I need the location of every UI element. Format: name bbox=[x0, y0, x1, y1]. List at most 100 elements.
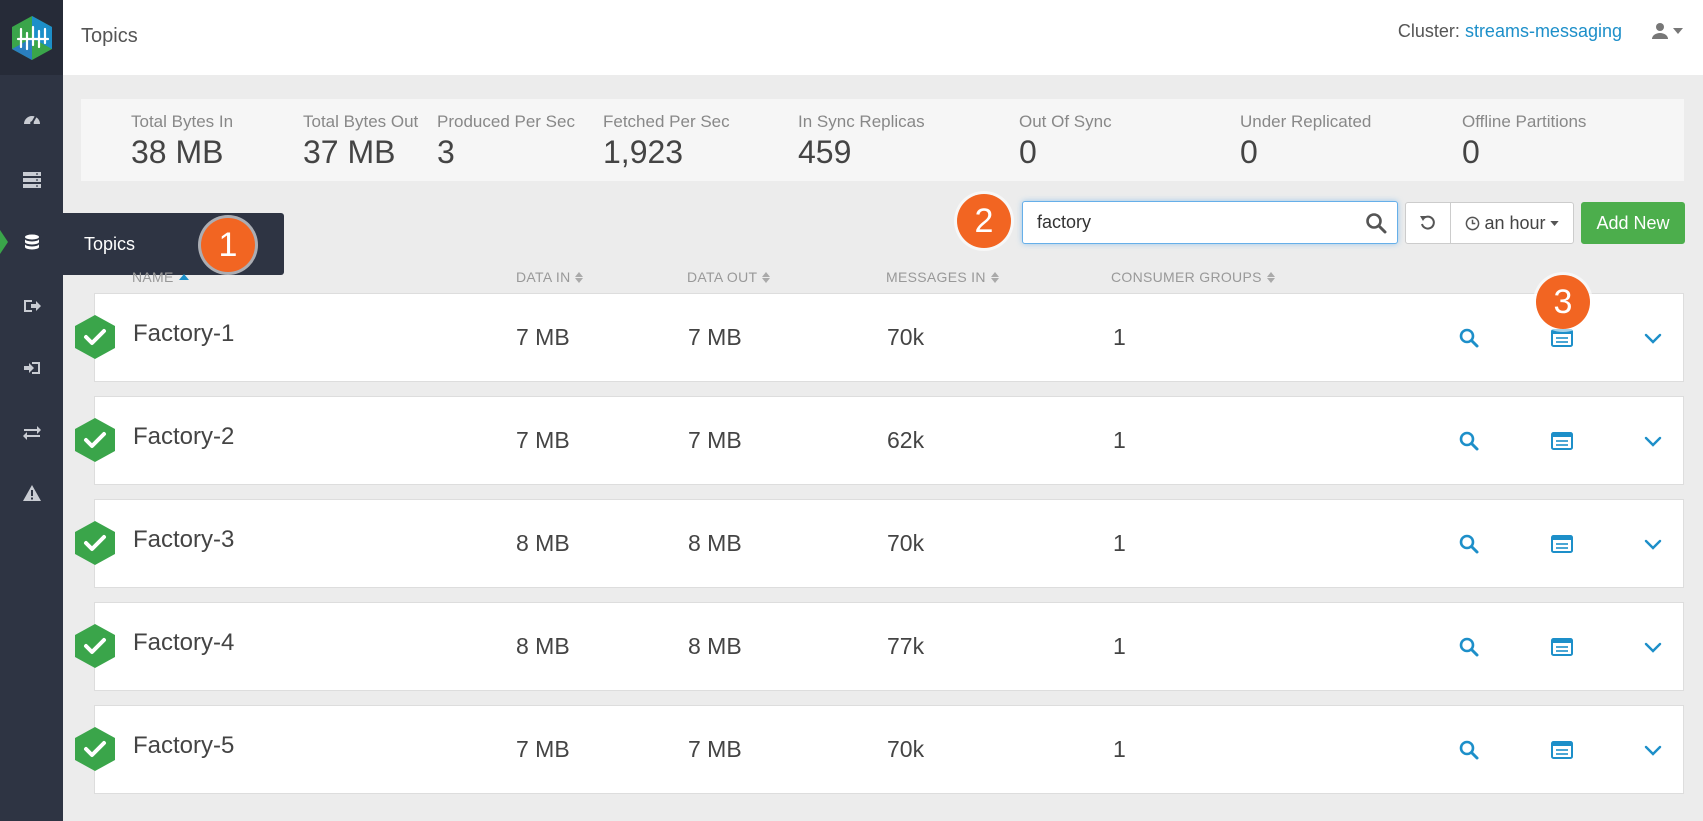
refresh-icon bbox=[1420, 215, 1435, 230]
table-row[interactable]: Factory-3 8 MB 8 MB 70k 1 bbox=[75, 499, 1684, 588]
stat-fetched-per-sec: Fetched Per Sec 1,923 bbox=[603, 112, 730, 171]
chevron-down-icon bbox=[1644, 744, 1662, 761]
search-icon bbox=[1458, 431, 1480, 456]
column-header-label: NAME bbox=[132, 269, 174, 285]
caret-down-icon bbox=[1673, 28, 1683, 34]
column-header-label: CONSUMER GROUPS bbox=[1111, 269, 1262, 285]
row-expand-button[interactable] bbox=[1644, 435, 1662, 453]
data-explorer-icon bbox=[1551, 535, 1573, 557]
stat-total-bytes-out: Total Bytes Out 37 MB bbox=[303, 112, 418, 171]
sort-asc-icon bbox=[178, 274, 189, 280]
consumer-groups-value: 1 bbox=[1113, 324, 1126, 350]
row-search-button[interactable] bbox=[1458, 430, 1480, 457]
top-header: Topics Cluster: streams-messaging bbox=[63, 0, 1703, 75]
search-box bbox=[1022, 201, 1398, 244]
add-new-button[interactable]: Add New bbox=[1581, 202, 1685, 244]
consumer-groups-value: 1 bbox=[1113, 633, 1126, 659]
row-search-button[interactable] bbox=[1458, 636, 1480, 663]
row-search-button[interactable] bbox=[1458, 533, 1480, 560]
sort-icon bbox=[575, 271, 584, 283]
topic-name[interactable]: Factory-1 bbox=[133, 320, 234, 348]
cluster-info: Cluster: streams-messaging bbox=[1398, 21, 1622, 42]
data-in-value: 8 MB bbox=[516, 633, 570, 659]
sort-icon bbox=[1266, 271, 1275, 283]
search-submit-button[interactable] bbox=[1365, 212, 1387, 239]
status-ok-icon bbox=[74, 726, 116, 772]
row-data-explorer-button[interactable] bbox=[1551, 535, 1573, 558]
column-header-data-out[interactable]: DATA OUT bbox=[687, 269, 771, 285]
row-search-button[interactable] bbox=[1458, 739, 1480, 766]
row-search-button[interactable] bbox=[1458, 327, 1480, 354]
sort-icon bbox=[990, 271, 999, 283]
table-row[interactable]: Factory-4 8 MB 8 MB 77k 1 bbox=[75, 602, 1684, 691]
data-explorer-icon bbox=[1551, 741, 1573, 763]
data-out-value: 8 MB bbox=[688, 530, 742, 556]
sidebar-item-replication[interactable] bbox=[0, 410, 63, 454]
data-in-value: 7 MB bbox=[516, 427, 570, 453]
data-explorer-icon bbox=[1551, 432, 1573, 454]
stat-label: Total Bytes In bbox=[131, 112, 234, 131]
row-data-explorer-button[interactable] bbox=[1551, 329, 1573, 352]
column-header-messages-in[interactable]: MESSAGES IN bbox=[886, 269, 999, 285]
chevron-down-icon bbox=[1644, 538, 1662, 555]
stat-label: Offline Partitions bbox=[1462, 112, 1587, 131]
brokers-icon bbox=[22, 172, 41, 188]
topic-name[interactable]: Factory-5 bbox=[133, 732, 234, 760]
table-row[interactable]: Factory-2 7 MB 7 MB 62k 1 bbox=[75, 396, 1684, 485]
cluster-name-link[interactable]: streams-messaging bbox=[1465, 21, 1622, 41]
row-data-explorer-button[interactable] bbox=[1551, 432, 1573, 455]
messages-in-value: 70k bbox=[887, 324, 925, 350]
annotation-badge-2: 2 bbox=[957, 194, 1011, 248]
data-explorer-icon bbox=[1551, 638, 1573, 660]
table-row[interactable]: Factory-1 7 MB 7 MB 70k 1 bbox=[75, 293, 1684, 382]
messages-in-value: 62k bbox=[887, 427, 925, 453]
sidebar-item-topics[interactable] bbox=[0, 221, 63, 265]
dashboard-icon bbox=[23, 115, 40, 125]
sidebar-item-brokers[interactable] bbox=[0, 158, 63, 202]
stat-offline-partitions: Offline Partitions 0 bbox=[1462, 112, 1586, 171]
stat-value: 459 bbox=[798, 134, 852, 170]
sidebar-item-dashboard[interactable] bbox=[0, 97, 63, 141]
stat-label: Under Replicated bbox=[1240, 112, 1372, 131]
user-menu[interactable] bbox=[1651, 22, 1683, 40]
sidebar-item-consumers[interactable] bbox=[0, 346, 63, 390]
column-header-label: DATA IN bbox=[516, 269, 571, 285]
stats-bar: Total Bytes In 38 MB Total Bytes Out 37 … bbox=[81, 99, 1684, 181]
data-out-value: 7 MB bbox=[688, 736, 742, 762]
annotation-badge-1: 1 bbox=[201, 218, 255, 272]
column-header-data-in[interactable]: DATA IN bbox=[516, 269, 584, 285]
row-expand-button[interactable] bbox=[1644, 744, 1662, 762]
topic-name[interactable]: Factory-2 bbox=[133, 423, 234, 451]
data-in-value: 8 MB bbox=[516, 530, 570, 556]
data-in-value: 7 MB bbox=[516, 324, 570, 350]
app-logo[interactable] bbox=[0, 0, 63, 75]
topics-icon bbox=[24, 234, 39, 250]
search-input[interactable] bbox=[1037, 202, 1357, 243]
sidebar-item-alerts[interactable] bbox=[0, 471, 63, 515]
consumer-groups-value: 1 bbox=[1113, 736, 1126, 762]
column-header-label: MESSAGES IN bbox=[886, 269, 986, 285]
refresh-button[interactable] bbox=[1405, 202, 1451, 244]
messages-in-value: 77k bbox=[887, 633, 925, 659]
table-row[interactable]: Factory-5 7 MB 7 MB 70k 1 bbox=[75, 705, 1684, 794]
row-expand-button[interactable] bbox=[1644, 332, 1662, 350]
time-range-dropdown[interactable]: an hour bbox=[1450, 202, 1574, 244]
messages-in-value: 70k bbox=[887, 530, 925, 556]
sidebar-item-producers[interactable] bbox=[0, 284, 63, 328]
active-nav-marker bbox=[0, 230, 8, 254]
user-icon bbox=[1652, 23, 1668, 39]
row-expand-button[interactable] bbox=[1644, 641, 1662, 659]
topic-name[interactable]: Factory-4 bbox=[133, 629, 234, 657]
consumer-groups-value: 1 bbox=[1113, 530, 1126, 556]
column-header-name[interactable]: NAME bbox=[132, 269, 189, 285]
stat-in-sync-replicas: In Sync Replicas 459 bbox=[798, 112, 925, 171]
replication-icon bbox=[22, 426, 41, 440]
messages-in-value: 70k bbox=[887, 736, 925, 762]
row-expand-button[interactable] bbox=[1644, 538, 1662, 556]
column-header-consumer-groups[interactable]: CONSUMER GROUPS bbox=[1111, 269, 1275, 285]
status-ok-icon bbox=[74, 520, 116, 566]
row-data-explorer-button[interactable] bbox=[1551, 741, 1573, 764]
topic-name[interactable]: Factory-3 bbox=[133, 526, 234, 554]
status-ok-icon bbox=[74, 417, 116, 463]
row-data-explorer-button[interactable] bbox=[1551, 638, 1573, 661]
